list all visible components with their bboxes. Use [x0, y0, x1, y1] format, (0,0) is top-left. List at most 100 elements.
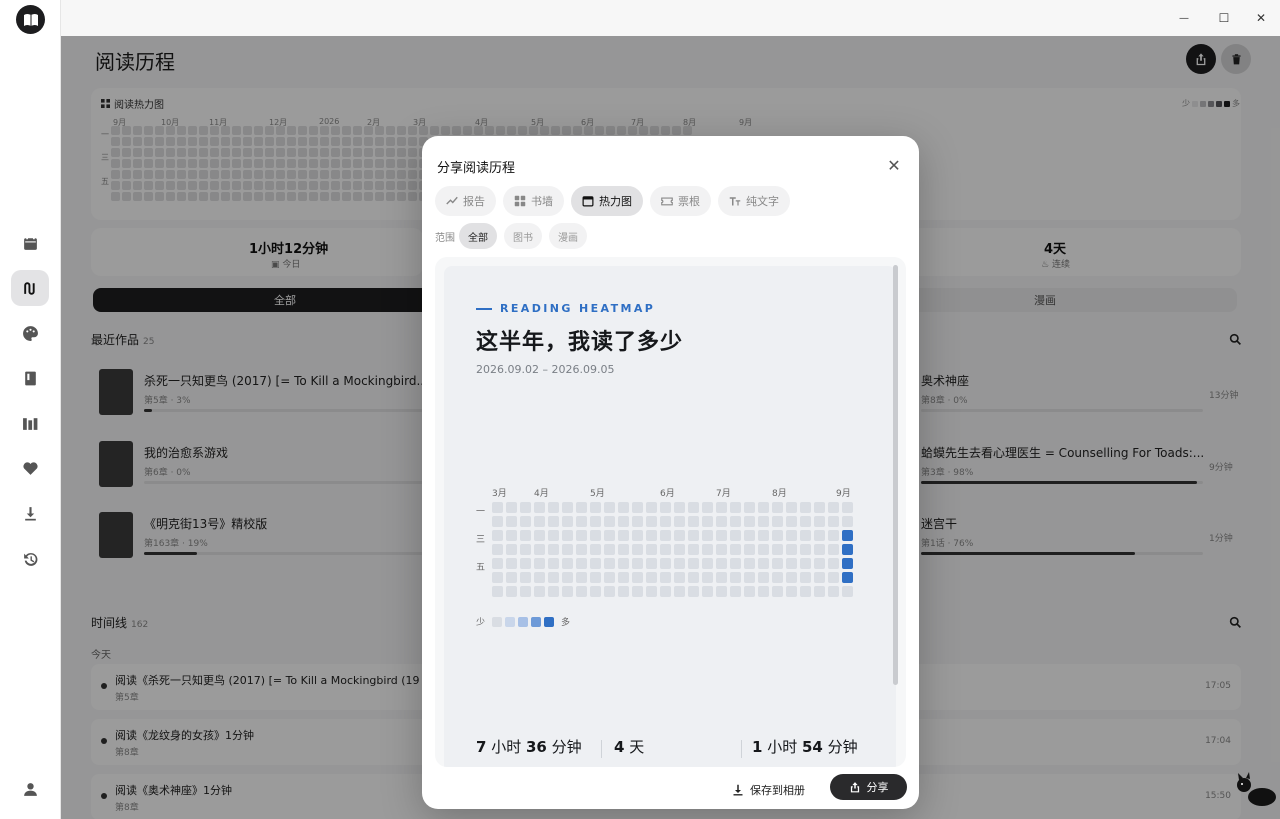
- book-icon: [24, 371, 36, 385]
- preview-scrollbar[interactable]: [893, 265, 898, 685]
- range-chip-all[interactable]: 全部: [459, 223, 497, 249]
- share-dialog: 分享阅读历程 ✕ 报告 书墙 热力图 票根 纯文字 范围 全部 图书 漫画 READIN…: [422, 136, 919, 809]
- heatmap-day-cell: [772, 572, 783, 583]
- nav-history[interactable]: [11, 541, 49, 577]
- title-bar: — ☐ ✕: [61, 0, 1280, 36]
- poster-preview[interactable]: READING HEATMAP 这半年，我读了多少 2026.09.02 – 2…: [435, 257, 906, 767]
- sidebar: [0, 0, 61, 819]
- heatmap-day-cell: [506, 516, 517, 527]
- heatmap-day-cell: [660, 530, 671, 541]
- heatmap-day-cell: [562, 572, 573, 583]
- calendar-icon: [582, 196, 594, 207]
- poster-title: 这半年，我读了多少: [476, 330, 684, 355]
- heatmap-day-cell: [772, 516, 783, 527]
- heatmap-day-cell: [618, 516, 629, 527]
- heatmap-day-cell: [604, 530, 615, 541]
- tab-calendar[interactable]: 热力图: [571, 186, 643, 216]
- nav-account[interactable]: [11, 771, 49, 807]
- heatmap-day-cell: [758, 558, 769, 569]
- range-filter: 范围 全部 图书 漫画: [435, 223, 587, 249]
- range-chip-comics[interactable]: 漫画: [549, 223, 587, 249]
- share-button[interactable]: 分享: [830, 774, 907, 800]
- nav-reading-journey[interactable]: [11, 270, 49, 306]
- heatmap-day-cell: [674, 502, 685, 513]
- heatmap-poster: READING HEATMAP 这半年，我读了多少 2026.09.02 – 2…: [444, 266, 896, 767]
- heatmap-day-cell: [716, 586, 727, 597]
- nav-calendar[interactable]: [11, 225, 49, 261]
- heatmap-day-cell: [660, 502, 671, 513]
- save-to-album-button[interactable]: 保存到相册: [732, 777, 805, 803]
- heatmap-day-cell: [814, 502, 825, 513]
- heatmap-day-cell: [800, 502, 811, 513]
- heatmap-day-cell: [534, 572, 545, 583]
- heatmap-day-cell: [786, 530, 797, 541]
- tab-ticket[interactable]: 票根: [650, 186, 711, 216]
- heatmap-day-cell: [688, 530, 699, 541]
- tab-trend[interactable]: 报告: [435, 186, 496, 216]
- heatmap-day-cell: [604, 544, 615, 555]
- heatmap-day-cell: [660, 544, 671, 555]
- heatmap-day-cell: [800, 516, 811, 527]
- heatmap-day-cell: [576, 502, 587, 513]
- heatmap-day-cell: [688, 502, 699, 513]
- heatmap-day-cell: [702, 516, 713, 527]
- palette-icon: [22, 325, 38, 341]
- heatmap-day-cell: [534, 516, 545, 527]
- minimize-icon: —: [1179, 12, 1189, 24]
- heatmap-day-cell: [548, 572, 559, 583]
- route-icon: [23, 281, 35, 295]
- close-window-button[interactable]: ✕: [1249, 6, 1273, 30]
- heatmap-day-cell: [534, 502, 545, 513]
- heatmap-day-cell: [492, 516, 503, 527]
- heatmap-day-cell: [688, 586, 699, 597]
- text-icon: [729, 197, 741, 206]
- heatmap-day-cell: [562, 530, 573, 541]
- heatmap-day-cell: [646, 572, 657, 583]
- heatmap-day-cell: [506, 530, 517, 541]
- maximize-button[interactable]: ☐: [1212, 6, 1236, 30]
- nav-library[interactable]: [11, 405, 49, 441]
- heatmap-day-cell: [772, 502, 783, 513]
- heatmap-day-cell: [576, 572, 587, 583]
- nav-favorites[interactable]: [11, 450, 49, 486]
- heatmap-day-cell: [618, 572, 629, 583]
- heatmap-day-cell: [562, 544, 573, 555]
- nav-theme[interactable]: [11, 315, 49, 351]
- heatmap-day-cell: [646, 502, 657, 513]
- heatmap-day-cell: [842, 544, 853, 555]
- heatmap-day-cell: [534, 544, 545, 555]
- heatmap-day-cell: [702, 502, 713, 513]
- tab-grid[interactable]: 书墙: [503, 186, 564, 216]
- heatmap-day-cell: [604, 558, 615, 569]
- heatmap-day-cell: [758, 530, 769, 541]
- poster-stat-days: 4 天: [614, 738, 645, 756]
- download-icon: [24, 506, 36, 521]
- nav-books[interactable]: [11, 360, 49, 396]
- nav-downloads[interactable]: [11, 495, 49, 531]
- heatmap-day-cell: [758, 516, 769, 527]
- heatmap-day-cell: [534, 558, 545, 569]
- heatmap-day-cell: [702, 530, 713, 541]
- minimize-button[interactable]: —: [1172, 6, 1196, 30]
- tab-text[interactable]: 纯文字: [718, 186, 790, 216]
- heatmap-day-cell: [492, 572, 503, 583]
- heatmap-day-cell: [828, 502, 839, 513]
- heatmap-day-cell: [548, 516, 559, 527]
- heatmap-day-cell: [646, 516, 657, 527]
- poster-weekday-label: 一: [476, 507, 486, 517]
- poster-date-range: 2026.09.02 – 2026.09.05: [476, 363, 615, 376]
- heatmap-day-cell: [590, 572, 601, 583]
- heatmap-day-cell: [674, 530, 685, 541]
- heatmap-day-cell: [716, 516, 727, 527]
- heatmap-day-cell: [520, 586, 531, 597]
- heatmap-day-cell: [590, 502, 601, 513]
- heatmap-day-cell: [674, 586, 685, 597]
- heatmap-day-cell: [492, 558, 503, 569]
- app-logo[interactable]: [16, 5, 45, 34]
- heatmap-day-cell: [842, 516, 853, 527]
- heatmap-day-cell: [786, 586, 797, 597]
- dialog-close-button[interactable]: ✕: [885, 156, 903, 175]
- range-chip-books[interactable]: 图书: [504, 223, 542, 249]
- heatmap-day-cell: [730, 502, 741, 513]
- heatmap-day-cell: [534, 530, 545, 541]
